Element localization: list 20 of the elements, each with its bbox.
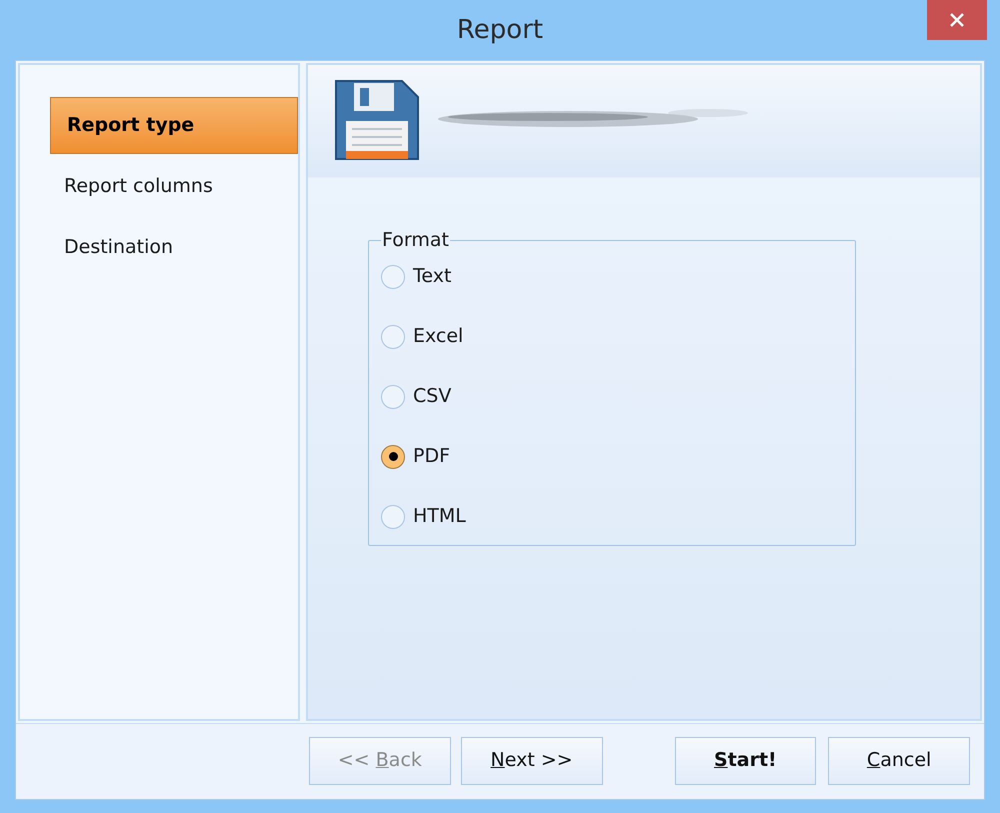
sidebar-item[interactable]: Destination <box>50 219 298 276</box>
sidebar-item[interactable]: Report columns <box>50 158 298 215</box>
dialog-button[interactable]: Next >> <box>460 736 602 784</box>
close-button[interactable] <box>927 0 987 40</box>
radio-option[interactable]: PDF <box>381 442 843 470</box>
group-label: Format <box>381 228 450 253</box>
radio-button[interactable] <box>381 444 405 468</box>
radio-option[interactable]: Excel <box>381 322 843 350</box>
close-icon <box>948 11 966 29</box>
sidebar-item[interactable]: Report type <box>50 97 298 154</box>
radio-option[interactable]: CSV <box>381 382 843 410</box>
radio-button[interactable] <box>381 324 405 348</box>
radio-button[interactable] <box>381 264 405 288</box>
dialog-button[interactable]: Start! <box>674 736 816 784</box>
radio-option[interactable]: HTML <box>381 502 843 530</box>
radio-button[interactable] <box>381 504 405 528</box>
radio-button[interactable] <box>381 384 405 408</box>
radio-option[interactable]: Text <box>381 262 843 290</box>
window-title: Report <box>456 14 544 46</box>
dialog-button[interactable]: Cancel <box>828 736 970 784</box>
